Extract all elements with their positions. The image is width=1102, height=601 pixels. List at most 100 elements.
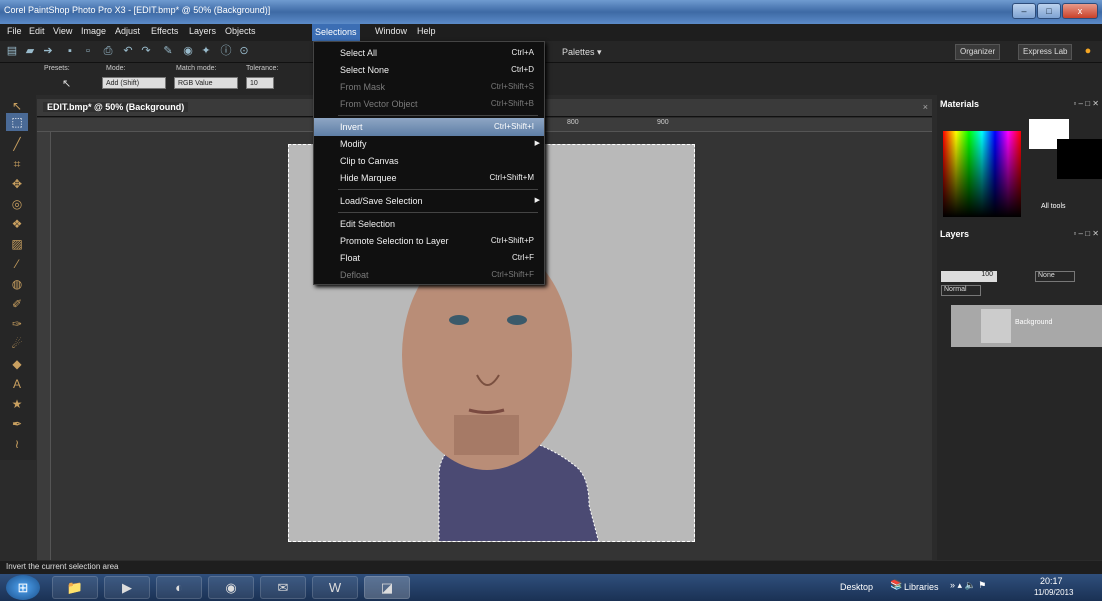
open-icon[interactable]: ▰: [22, 44, 38, 59]
lighten-icon[interactable]: ☄: [6, 335, 28, 353]
close-button[interactable]: x: [1062, 3, 1098, 19]
background-swatch[interactable]: [1057, 139, 1102, 179]
tolerance-input[interactable]: 10: [246, 77, 274, 89]
save-as-icon[interactable]: ▫: [80, 44, 96, 59]
redo-icon[interactable]: ↷: [138, 44, 154, 59]
document-close-icon[interactable]: ×: [923, 102, 928, 112]
tool-options-palette: Presets: ↖ Mode: Add (Shift) Match mode:…: [0, 63, 1102, 95]
eraser-icon[interactable]: ◍: [6, 275, 28, 293]
crop-icon[interactable]: ⌗: [6, 155, 28, 173]
tolerance-label: Tolerance:: [246, 65, 279, 72]
menu-objects[interactable]: Objects: [222, 26, 259, 36]
desktop-toolbar[interactable]: Desktop: [840, 582, 873, 592]
menu-layers[interactable]: Layers: [186, 26, 219, 36]
layers-title: Layers: [940, 229, 970, 239]
menu-item-hide-marquee[interactable]: Hide Marquee Ctrl+Shift+M: [314, 169, 544, 187]
maximize-button[interactable]: □: [1037, 3, 1061, 19]
match-mode-select[interactable]: RGB Value: [174, 77, 238, 89]
menu-item-from-vector-object: From Vector Object Ctrl+Shift+B: [340, 99, 534, 109]
undo-icon[interactable]: ↶: [120, 44, 136, 59]
menu-selections[interactable]: Selections: [312, 24, 360, 41]
red-eye-icon[interactable]: ◉: [180, 44, 196, 59]
print-icon[interactable]: ⎙: [100, 44, 116, 59]
menu-item-float[interactable]: Float Ctrl+F: [314, 249, 544, 267]
menu-item-promote-selection[interactable]: Promote Selection to Layer Ctrl+Shift+P: [314, 232, 544, 250]
info-icon[interactable]: ⓘ: [218, 44, 234, 59]
help-icon[interactable]: ●: [1080, 44, 1096, 59]
chrome-icon[interactable]: ◉: [208, 576, 254, 599]
menu-item-invert[interactable]: Invert Ctrl+Shift+I: [314, 118, 544, 136]
menu-file[interactable]: File: [4, 26, 25, 36]
menu-item-edit-selection[interactable]: Edit Selection: [314, 215, 544, 233]
edit-icon[interactable]: ✎: [160, 44, 176, 59]
preset-shape-icon[interactable]: ★: [6, 395, 28, 413]
media-player-icon[interactable]: ▶: [104, 576, 150, 599]
document-tab[interactable]: EDIT.bmp* @ 50% (Background): [43, 102, 189, 112]
libraries-icon: 📚: [890, 580, 903, 591]
explorer-icon[interactable]: 📁: [52, 576, 98, 599]
firefox-icon[interactable]: ◐: [156, 576, 202, 599]
airbrush-icon[interactable]: ✑: [6, 315, 28, 333]
new-icon[interactable]: ▤: [4, 44, 20, 59]
libraries-toolbar[interactable]: Libraries: [904, 582, 939, 592]
presets-label: Presets:: [44, 65, 70, 72]
panel-controls-icon[interactable]: ▫ – □ ✕: [1074, 229, 1100, 238]
red-eye-tool-icon[interactable]: ◎: [6, 195, 28, 213]
smart-fix-icon[interactable]: ✦: [198, 44, 214, 59]
menu-effects[interactable]: Effects: [148, 26, 181, 36]
menu-window[interactable]: Window: [372, 26, 410, 36]
menu-item-select-all[interactable]: Select All Ctrl+A: [314, 44, 544, 62]
panel-controls-icon[interactable]: ▫ – □ ✕: [1074, 99, 1100, 108]
scratch-remover-icon[interactable]: ⁄: [6, 255, 28, 273]
standard-toolbar: ▤ ▰ ➔ ▪ ▫ ⎙ ↶ ↷ ✎ ◉ ✦ ⓘ ⊙ Palettes ▾ Org…: [0, 41, 1102, 63]
save-icon[interactable]: ▪: [62, 44, 78, 59]
zoom-icon[interactable]: ⊙: [236, 44, 252, 59]
menu-view[interactable]: View: [50, 26, 75, 36]
blend-mode-select[interactable]: Normal: [941, 285, 981, 296]
start-button[interactable]: ⊞: [6, 575, 40, 600]
paintshop-task-icon[interactable]: ◪: [364, 576, 410, 599]
clock-date[interactable]: 11/09/2013: [1034, 588, 1073, 597]
menu-item-clip-to-canvas[interactable]: Clip to Canvas: [314, 152, 544, 170]
layer-row-background[interactable]: Background: [951, 305, 1102, 347]
makeover-icon[interactable]: ❖: [6, 215, 28, 233]
straighten-icon[interactable]: ╱: [6, 135, 28, 153]
minimize-button[interactable]: –: [1012, 3, 1036, 19]
status-text: Invert the current selection area: [6, 562, 119, 571]
menu-separator: [338, 115, 538, 116]
warp-icon[interactable]: ≀: [6, 435, 28, 453]
express-lab-button[interactable]: Express Lab: [1018, 44, 1073, 60]
pen-icon[interactable]: ✒: [6, 415, 28, 433]
menu-item-load-save-selection[interactable]: Load/Save Selection ▶: [314, 192, 544, 210]
menu-help[interactable]: Help: [414, 26, 439, 36]
outlook-icon[interactable]: ✉: [260, 576, 306, 599]
menu-item-modify[interactable]: Modify ▶: [314, 135, 544, 153]
text-icon[interactable]: A: [6, 375, 28, 393]
ruler-mark: 900: [657, 119, 669, 126]
menu-item-defloat: Defloat Ctrl+Shift+F: [340, 270, 534, 280]
opacity-field[interactable]: 100: [941, 271, 997, 282]
palettes-menu[interactable]: Palettes ▾: [562, 47, 602, 58]
ruler-vertical: [37, 132, 51, 560]
flood-fill-icon[interactable]: ◆: [6, 355, 28, 373]
menu-edit[interactable]: Edit: [26, 26, 48, 36]
clone-icon[interactable]: ▨: [6, 235, 28, 253]
tray-overflow-icon[interactable]: » ▴ 🔈 ⚑: [950, 580, 986, 591]
word-icon[interactable]: W: [312, 576, 358, 599]
selection-tool-icon[interactable]: ⬚: [6, 113, 28, 131]
layer-thumbnail: [981, 309, 1011, 343]
menu-image[interactable]: Image: [78, 26, 109, 36]
move-icon[interactable]: ✥: [6, 175, 28, 193]
submenu-arrow-icon: ▶: [534, 140, 540, 147]
clock-time[interactable]: 20:17: [1040, 576, 1063, 586]
browse-icon[interactable]: ➔: [40, 44, 56, 59]
menu-adjust[interactable]: Adjust: [112, 26, 143, 36]
organizer-button[interactable]: Organizer: [955, 44, 1001, 60]
mode-select[interactable]: Add (Shift): [102, 77, 166, 89]
mask-none[interactable]: None: [1035, 271, 1075, 282]
color-spectrum[interactable]: [943, 131, 1021, 217]
paint-brush-icon[interactable]: ✐: [6, 295, 28, 313]
selections-menu: Select All Ctrl+A Select None Ctrl+D From …: [313, 41, 545, 285]
menu-item-select-none[interactable]: Select None Ctrl+D: [314, 61, 544, 79]
magic-wand-icon[interactable]: ↖: [62, 77, 71, 90]
